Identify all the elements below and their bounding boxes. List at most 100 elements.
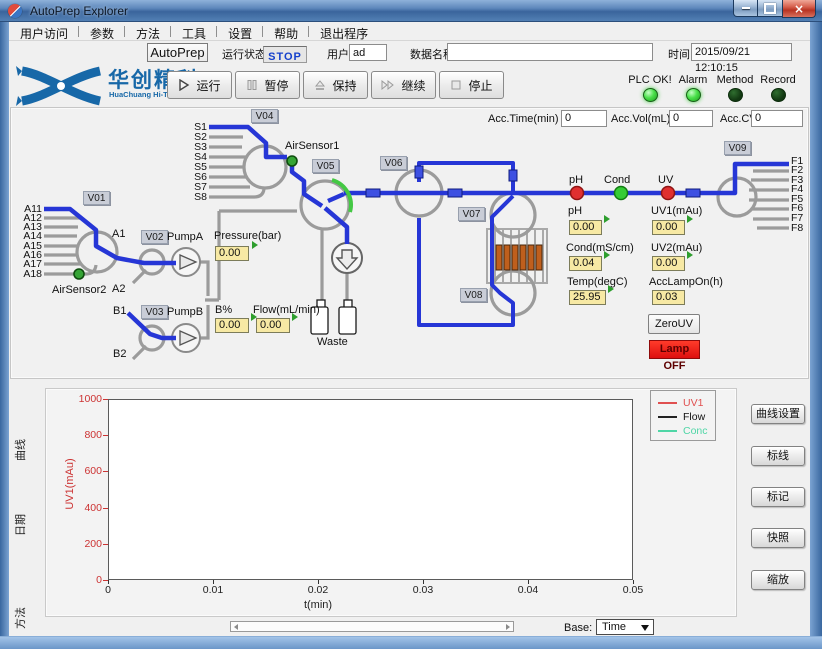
- menu-method[interactable]: 方法: [125, 22, 171, 40]
- x-tick: 0: [88, 584, 128, 596]
- user-label: 用户: [327, 49, 349, 62]
- dropdown-arrow-icon: [641, 625, 649, 631]
- uv1-readout-value: 0.00: [652, 220, 685, 235]
- marker-line-button[interactable]: 标线: [751, 446, 805, 466]
- acc-time-value: 0: [561, 110, 607, 127]
- outlet-f8: F8: [791, 222, 803, 235]
- record-label: Record: [750, 74, 806, 86]
- x-tick: 0.05: [613, 584, 653, 596]
- hold-button-label: 保持: [332, 77, 356, 94]
- menu-settings[interactable]: 设置: [217, 22, 263, 40]
- menu-user-access[interactable]: 用户访问: [9, 22, 79, 40]
- valve-label-v02: V02: [141, 230, 168, 244]
- resume-button[interactable]: 继续: [371, 71, 436, 99]
- valve-label-v06: V06: [380, 156, 407, 170]
- pressure-label: Pressure(bar): [214, 230, 281, 243]
- record-indicator: Record: [750, 74, 806, 102]
- port-b1-label: B1: [113, 305, 126, 318]
- x-axis-label: t(min): [288, 599, 348, 611]
- menu-parameters[interactable]: 参数: [79, 22, 125, 40]
- plc-led: [643, 88, 658, 102]
- scroll-left-icon[interactable]: [234, 624, 238, 630]
- user-input[interactable]: [349, 44, 387, 61]
- app-icon: [8, 4, 22, 18]
- hold-icon: [314, 79, 326, 91]
- y-tick: 400: [72, 502, 102, 514]
- autoprep-window: { "window": { "title": "AutoPrep Explore…: [0, 0, 822, 649]
- b-percent-label: B%: [215, 304, 232, 317]
- valve-label-v04: V04: [251, 109, 278, 123]
- title-bar[interactable]: AutoPrep Explorer: [0, 0, 822, 22]
- window-border-left: [0, 22, 9, 649]
- stop-button[interactable]: 停止: [439, 71, 504, 99]
- close-button[interactable]: ×: [782, 0, 816, 18]
- air-sensor2-label: AirSensor2: [52, 284, 106, 297]
- temp-readout-value: 25.95: [569, 290, 606, 305]
- port-b2-label: B2: [113, 348, 126, 361]
- minimize-button[interactable]: [733, 0, 758, 17]
- x-tick: 0.03: [403, 584, 443, 596]
- cond-arrow-icon: [604, 251, 610, 259]
- hold-button[interactable]: 保持: [303, 71, 368, 99]
- valve-label-v07: V07: [458, 207, 485, 221]
- close-icon: ×: [794, 3, 804, 15]
- uv1-legend-swatch: [658, 402, 677, 404]
- curve-settings-button[interactable]: 曲线设置: [751, 404, 805, 424]
- window-border-right: [810, 22, 822, 649]
- zoom-button[interactable]: 缩放: [751, 570, 805, 590]
- run-button[interactable]: 运行: [167, 71, 232, 99]
- base-dropdown-value: Time: [602, 621, 626, 633]
- uv1-legend-label: UV1: [683, 397, 703, 409]
- acc-vol-value: 0: [669, 110, 713, 127]
- port-a2-label: A2: [112, 283, 125, 296]
- ph-dot-label: pH: [569, 174, 583, 187]
- maximize-button[interactable]: [758, 0, 782, 17]
- record-led: [771, 88, 786, 102]
- uv2-readout-label: UV2(mAu): [651, 242, 702, 255]
- chart-legend: UV1 Flow Conc: [650, 390, 716, 441]
- mark-button[interactable]: 标记: [751, 487, 805, 507]
- scroll-right-icon[interactable]: [506, 624, 510, 630]
- waste-label: Waste: [317, 336, 348, 349]
- time-value: 2015/09/21 12:10:15: [691, 43, 792, 61]
- stop-icon: [450, 79, 462, 91]
- data-name-input[interactable]: [447, 43, 653, 61]
- side-tab-method[interactable]: 方法: [12, 598, 28, 638]
- zero-uv-button[interactable]: ZeroUV: [648, 314, 700, 334]
- plot-area[interactable]: [108, 399, 633, 580]
- pause-button[interactable]: 暂停: [235, 71, 300, 99]
- autoprep-badge[interactable]: AutoPrep: [147, 43, 208, 62]
- x-tick: 0.04: [508, 584, 548, 596]
- fast-forward-icon: [381, 79, 395, 91]
- menu-tools[interactable]: 工具: [171, 22, 217, 40]
- ph-readout-value: 0.00: [569, 220, 602, 235]
- side-tab-date[interactable]: 日期: [12, 505, 28, 545]
- lamp-off-button[interactable]: Lamp OFF: [649, 340, 700, 359]
- valve-label-v01: V01: [83, 191, 110, 205]
- snapshot-button[interactable]: 快照: [751, 528, 805, 548]
- alarm-led: [686, 88, 701, 102]
- window-title: AutoPrep Explorer: [30, 4, 128, 18]
- acc-lamp-label: AccLampOn(h): [649, 276, 723, 289]
- menu-bar: 用户访问 参数 方法 工具 设置 帮助 退出程序: [9, 22, 810, 41]
- window-border-bottom: [0, 636, 822, 649]
- menu-exit[interactable]: 退出程序: [309, 22, 379, 40]
- acc-cv-value: 0: [751, 110, 803, 127]
- pump-a-label: PumpA: [167, 231, 203, 244]
- pause-button-label: 暂停: [264, 77, 288, 94]
- pause-icon: [246, 79, 258, 91]
- base-dropdown[interactable]: Time: [596, 619, 654, 635]
- chart-scrollbar[interactable]: [230, 621, 514, 632]
- y-tick: 600: [72, 465, 102, 477]
- ph-arrow-icon: [604, 215, 610, 223]
- minimize-icon: [742, 7, 750, 9]
- side-tab-curve[interactable]: 曲线: [12, 430, 28, 470]
- pressure-arrow-icon: [252, 241, 258, 249]
- brand-logo: [14, 64, 106, 106]
- uv1-readout-label: UV1(mAu): [651, 205, 702, 218]
- x-tick: 0.02: [298, 584, 338, 596]
- valve-label-v03: V03: [141, 305, 168, 319]
- menu-help[interactable]: 帮助: [263, 22, 309, 40]
- acc-time-label: Acc.Time(min): [488, 113, 558, 126]
- ph-readout-label: pH: [568, 205, 582, 218]
